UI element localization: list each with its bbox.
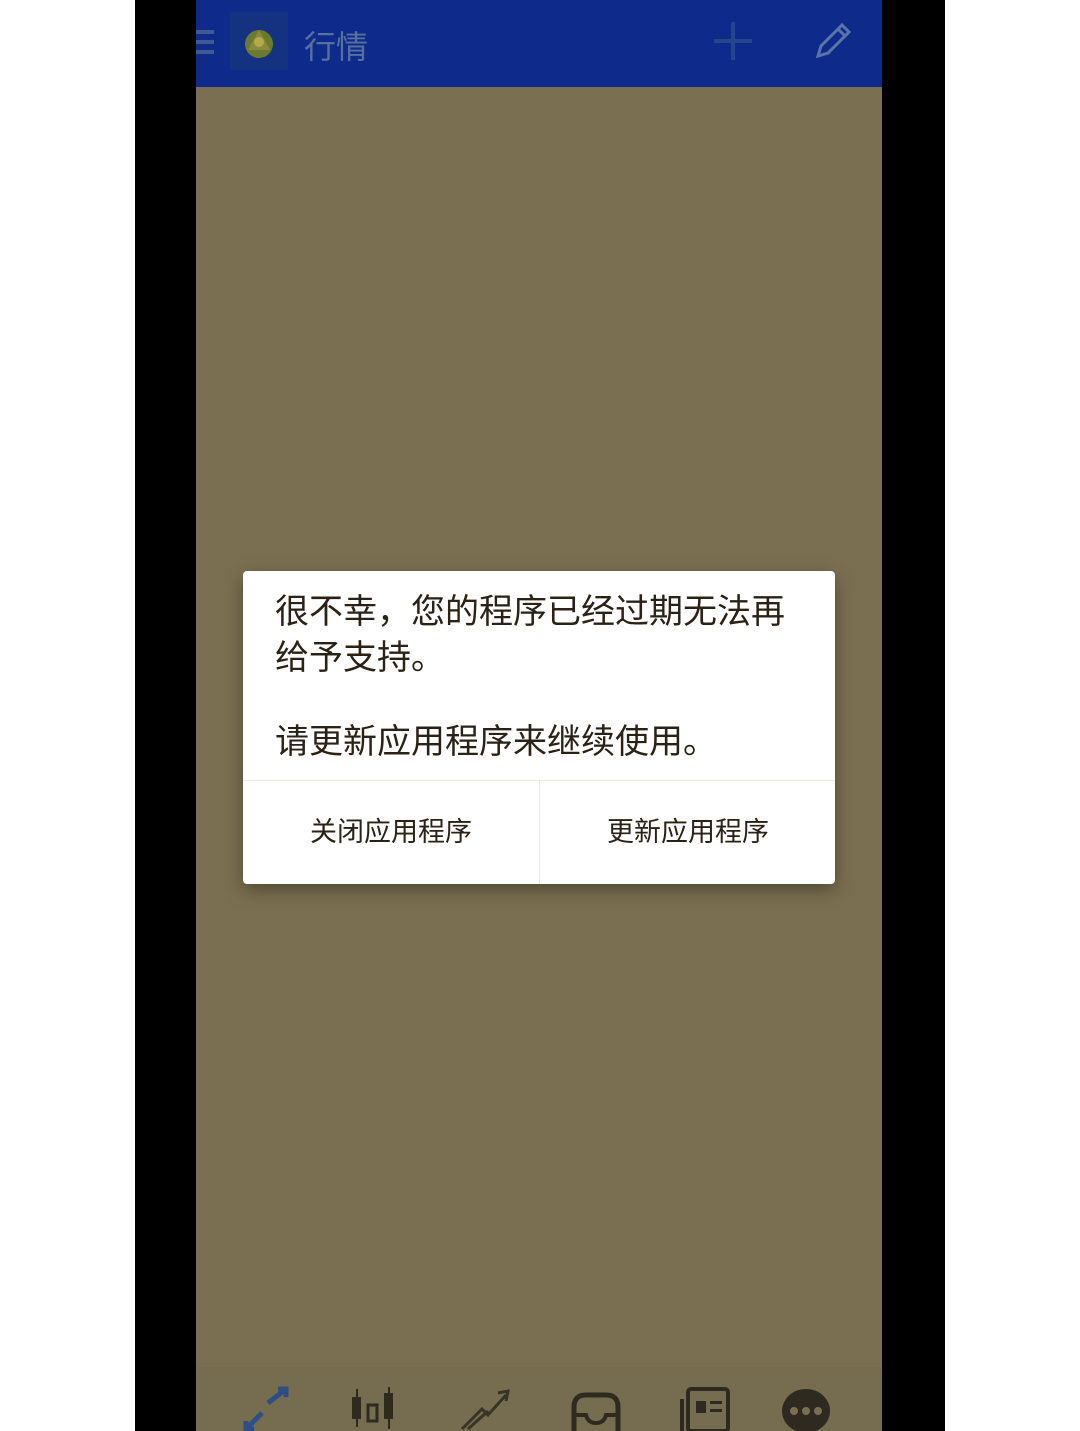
trade-icon[interactable] — [458, 1385, 514, 1431]
dialog-message-line: 请更新应用程序来继续使用。 — [275, 722, 717, 762]
bottom-nav — [196, 1367, 882, 1431]
left-letterbox — [135, 0, 196, 1431]
dialog-message-line: 很不幸，您的程序已经过期无法再 — [275, 592, 785, 632]
right-letterbox — [882, 0, 945, 1431]
chart-icon[interactable] — [348, 1385, 404, 1431]
dialog-message: 很不幸，您的程序已经过期无法再 给予支持。 请更新应用程序来继续使用。 — [275, 589, 815, 765]
quotes-icon[interactable] — [240, 1385, 296, 1431]
pencil-icon[interactable] — [812, 18, 856, 62]
history-icon[interactable] — [568, 1385, 624, 1431]
update-app-button[interactable]: 更新应用程序 — [540, 781, 836, 884]
chat-icon[interactable] — [778, 1385, 834, 1431]
plus-icon[interactable] — [712, 20, 754, 62]
app-logo-icon — [230, 12, 288, 70]
app-bar: 行情 — [196, 0, 882, 87]
news-icon[interactable] — [678, 1385, 734, 1431]
dialog-message-line: 给予支持。 — [275, 638, 445, 678]
expired-app-dialog: 很不幸，您的程序已经过期无法再 给予支持。 请更新应用程序来继续使用。 关闭应用… — [243, 571, 835, 884]
close-app-button[interactable]: 关闭应用程序 — [243, 781, 539, 884]
menu-icon[interactable] — [196, 30, 214, 56]
page-title: 行情 — [304, 28, 369, 66]
